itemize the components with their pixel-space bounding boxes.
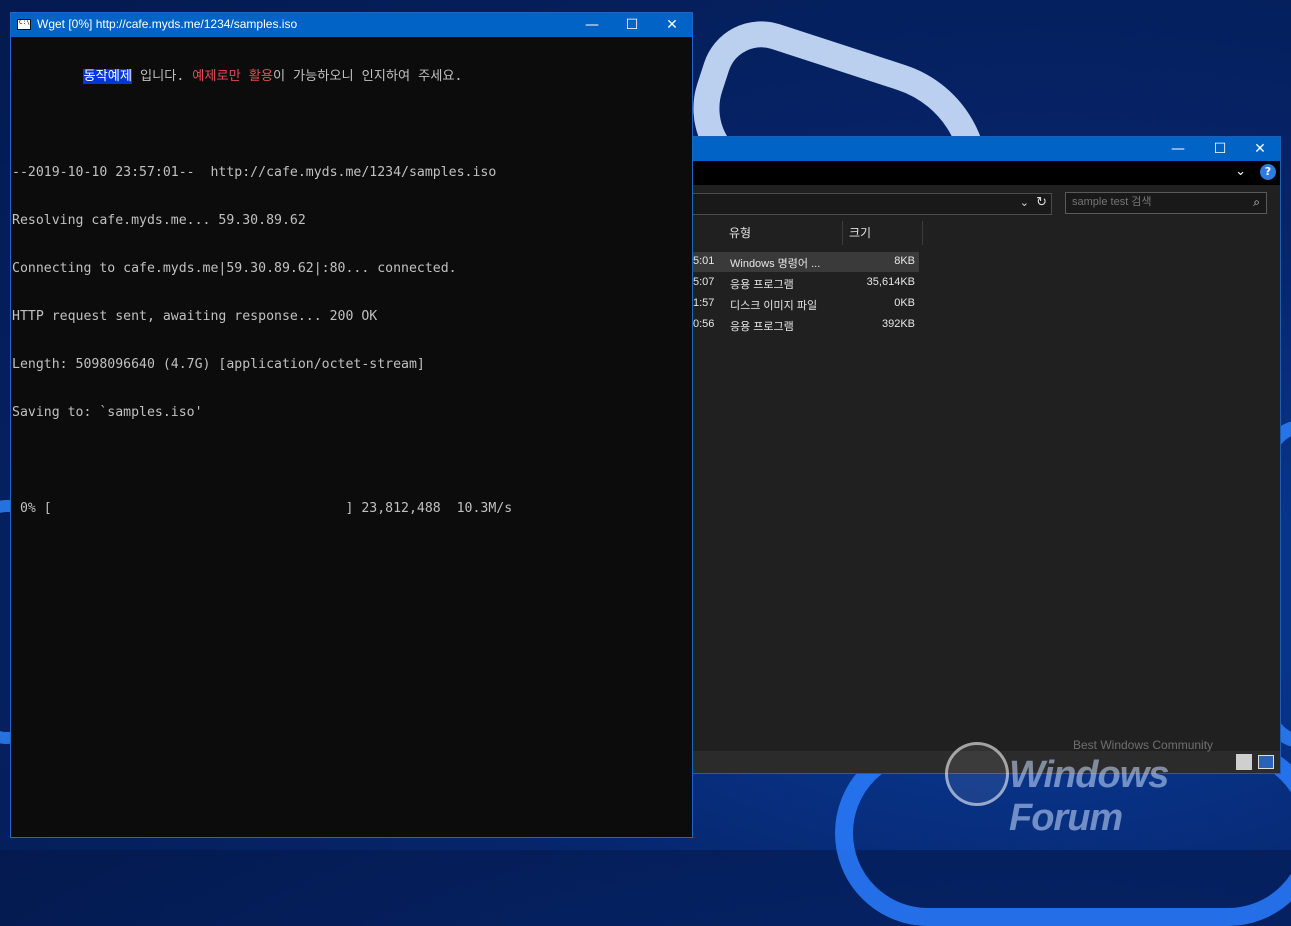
notice-text: 입니다. — [132, 69, 193, 84]
file-date: 1:57 — [693, 297, 715, 309]
status-bar — [691, 751, 1280, 773]
close-button[interactable]: ✕ — [652, 13, 692, 37]
address-bar[interactable]: ⌄ ↻ — [691, 193, 1052, 215]
file-size: 35,614KB — [866, 276, 915, 288]
minimize-button[interactable]: — — [1158, 137, 1198, 161]
console-line-notice: 동작예제 입니다. 예제로만 활용이 가능하오니 인지하여 주세요. — [12, 69, 692, 85]
file-size: 392KB — [881, 318, 915, 330]
details-view-icon[interactable] — [1236, 754, 1252, 770]
file-row[interactable]: 1:57 디스크 이미지 파일 0KB — [691, 294, 919, 314]
file-size: 0KB — [894, 297, 915, 309]
notice-tail-text: 이 가능하오니 인지하여 주세요. — [272, 69, 463, 84]
help-icon[interactable]: ? — [1260, 164, 1276, 180]
file-size: 8KB — [894, 255, 915, 267]
console-titlebar[interactable]: Wget [0%] http://cafe.myds.me/1234/sampl… — [11, 13, 692, 37]
explorer-titlebar[interactable]: — ☐ ✕ — [691, 137, 1280, 161]
file-type: 디스크 이미지 파일 — [730, 300, 818, 312]
column-header-size[interactable]: 크기 — [843, 221, 923, 245]
window-title: Wget [0%] http://cafe.myds.me/1234/sampl… — [37, 17, 298, 31]
ribbon-bar: ⌄ ? — [691, 161, 1280, 185]
close-button[interactable]: ✕ — [1240, 137, 1280, 161]
expand-ribbon-chevron-icon[interactable]: ⌄ — [1235, 164, 1246, 179]
search-input[interactable] — [1072, 194, 1237, 210]
console-output[interactable]: 동작예제 입니다. 예제로만 활용이 가능하오니 인지하여 주세요. --201… — [12, 37, 692, 837]
file-date: 0:56 — [693, 318, 715, 330]
console-app-icon[interactable] — [17, 19, 31, 30]
file-date: 5:01 — [693, 255, 715, 267]
file-row[interactable]: 5:07 응용 프로그램 35,614KB — [691, 273, 919, 293]
address-dropdown-icon[interactable]: ⌄ — [1020, 196, 1029, 209]
file-row[interactable]: 0:56 응용 프로그램 392KB — [691, 315, 919, 335]
file-date: 5:07 — [693, 276, 715, 288]
file-explorer-window[interactable]: — ☐ ✕ ⌄ ? ⌄ ↻ ⌕ 유형 크기 5:01 Windows 명령어 .… — [690, 136, 1281, 774]
console-line: HTTP request sent, awaiting response... … — [12, 309, 378, 324]
console-line: Connecting to cafe.myds.me|59.30.89.62|:… — [12, 261, 457, 276]
search-icon[interactable]: ⌕ — [1253, 195, 1260, 210]
console-line: Saving to: `samples.iso' — [12, 405, 203, 420]
large-icons-view-icon[interactable] — [1258, 755, 1274, 769]
file-type: 응용 프로그램 — [730, 279, 794, 291]
maximize-button[interactable]: ☐ — [612, 13, 652, 37]
notice-red-text: 예제로만 활용 — [192, 69, 273, 84]
file-row[interactable]: 5:01 Windows 명령어 ... 8KB — [691, 252, 919, 272]
console-window[interactable]: Wget [0%] http://cafe.myds.me/1234/sampl… — [10, 12, 693, 838]
file-type: 응용 프로그램 — [730, 321, 794, 333]
column-header-type[interactable]: 유형 — [723, 221, 843, 245]
download-progress-line: 0% [ ] 23,812,488 10.3M/s — [12, 501, 513, 516]
console-line: Resolving cafe.myds.me... 59.30.89.62 — [12, 213, 306, 228]
refresh-icon[interactable]: ↻ — [1036, 195, 1047, 210]
file-type: Windows 명령어 ... — [730, 258, 821, 270]
minimize-button[interactable]: — — [572, 13, 612, 37]
console-line: Length: 5098096640 (4.7G) [application/o… — [12, 357, 425, 372]
maximize-button[interactable]: ☐ — [1200, 137, 1240, 161]
search-box[interactable]: ⌕ — [1065, 192, 1267, 214]
console-line: --2019-10-10 23:57:01-- http://cafe.myds… — [12, 165, 497, 180]
selected-text: 동작예제 — [83, 69, 132, 84]
